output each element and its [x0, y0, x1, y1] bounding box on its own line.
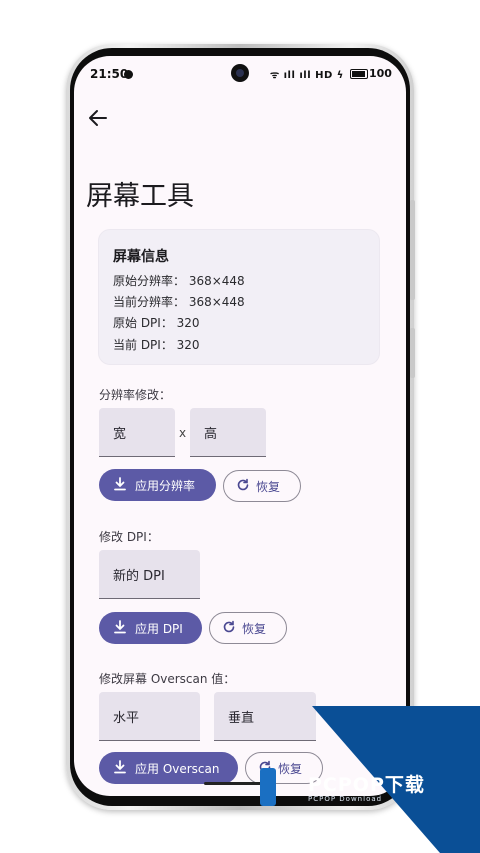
vertical-input[interactable]: 垂直 — [214, 692, 316, 741]
width-input[interactable]: 宽 — [99, 408, 175, 457]
battery-level: 100 — [369, 67, 392, 80]
reset-overscan-label: 恢复 — [278, 762, 303, 776]
signal-icons: ᯤ ıll ıll HD ϟ — [270, 70, 344, 81]
notification-dot-icon — [124, 70, 133, 79]
apply-dpi-label: 应用 DPI — [135, 622, 183, 636]
status-time: 21:50 — [90, 67, 129, 81]
reset-resolution-button[interactable]: 恢复 — [223, 470, 301, 502]
download-icon — [114, 620, 126, 634]
reset-resolution-label: 恢复 — [256, 480, 281, 494]
dpi-input[interactable]: 新的 DPI — [99, 550, 200, 599]
apply-resolution-label: 应用分辨率 — [135, 479, 196, 493]
gesture-bar[interactable] — [204, 782, 276, 785]
status-bar: 21:50 ᯤ ıll ıll HD ϟ 100 — [74, 56, 406, 92]
vertical-placeholder: 垂直 — [228, 711, 255, 726]
apply-overscan-button[interactable]: 应用 Overscan — [99, 752, 238, 784]
watermark-subtext: PCPOP Download — [308, 795, 383, 803]
current-resolution: 当前分辨率： 368×448 — [113, 295, 245, 309]
refresh-icon — [259, 760, 271, 773]
refresh-icon — [223, 620, 235, 633]
apply-resolution-button[interactable]: 应用分辨率 — [99, 469, 216, 501]
volume-button — [410, 200, 415, 300]
current-dpi: 当前 DPI： 320 — [113, 338, 200, 352]
apply-overscan-label: 应用 Overscan — [135, 762, 220, 776]
apply-dpi-button[interactable]: 应用 DPI — [99, 612, 202, 644]
screen-info-card: 屏幕信息 原始分辨率： 368×448 当前分辨率： 368×448 原始 DP… — [98, 229, 380, 365]
app-screen: 21:50 ᯤ ıll ıll HD ϟ 100 屏幕工具 屏幕信息 原始分辨率… — [74, 56, 406, 796]
screen-info-title: 屏幕信息 — [113, 249, 169, 265]
width-placeholder: 宽 — [113, 427, 127, 442]
battery-icon — [350, 69, 368, 79]
refresh-icon — [237, 478, 249, 491]
original-resolution: 原始分辨率： 368×448 — [113, 274, 245, 288]
height-placeholder: 高 — [204, 427, 218, 442]
download-icon — [114, 760, 126, 774]
power-button — [410, 328, 415, 378]
download-icon — [114, 477, 126, 491]
reset-dpi-button[interactable]: 恢复 — [209, 612, 287, 644]
front-camera — [231, 64, 249, 82]
horizontal-placeholder: 水平 — [113, 711, 140, 726]
dpi-label: 修改 DPI： — [99, 530, 159, 544]
arrow-left-icon[interactable] — [86, 106, 110, 130]
resolution-separator: x — [179, 426, 187, 440]
page-title: 屏幕工具 — [86, 181, 194, 212]
watermark-text: PCPOP下载 — [308, 774, 425, 796]
reset-dpi-label: 恢复 — [242, 622, 267, 636]
height-input[interactable]: 高 — [190, 408, 266, 457]
original-dpi: 原始 DPI： 320 — [113, 316, 200, 330]
overscan-label: 修改屏幕 Overscan 值： — [99, 672, 236, 686]
resolution-label: 分辨率修改： — [99, 388, 172, 402]
horizontal-input[interactable]: 水平 — [99, 692, 200, 741]
dpi-placeholder: 新的 DPI — [113, 569, 165, 584]
